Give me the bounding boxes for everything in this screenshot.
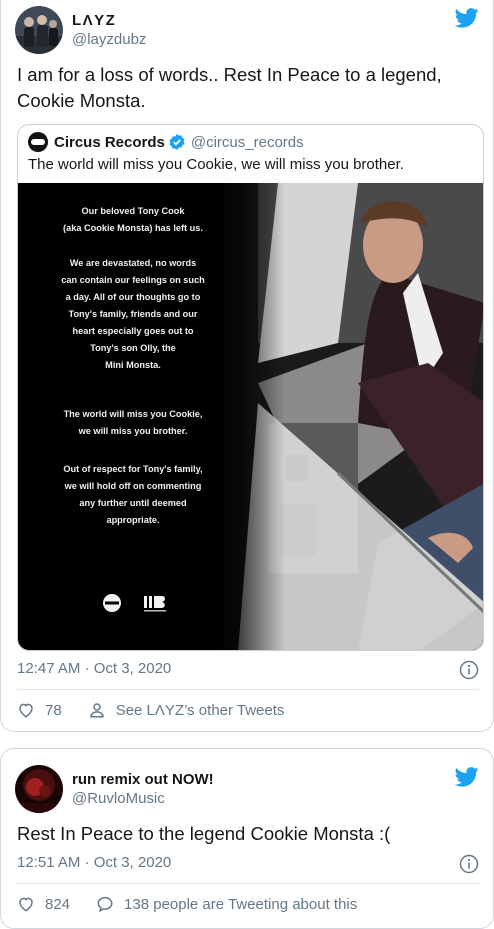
statement-text: Our beloved Tony Cook (aka Cookie Monsta…: [18, 183, 248, 650]
quoted-text: The world will miss you Cookie, we will …: [28, 156, 404, 173]
circus-records-avatar[interactable]: [28, 132, 48, 152]
statement-line: a day. All of our thoughts go to: [65, 292, 201, 302]
tweet-text: Rest In Peace to the legend Cookie Monst…: [17, 823, 391, 844]
tweet-card-layz[interactable]: LΛYZ @layzdubz I am for a loss of words.…: [0, 0, 494, 732]
statement-line: (aka Cookie Monsta) has left us.: [63, 223, 203, 233]
avatar-ruvlo[interactable]: [15, 765, 63, 813]
statement-line: any further until deemed: [79, 498, 187, 508]
tweet-author[interactable]: run remix out NOW! @RuvloMusic: [15, 765, 214, 813]
display-name[interactable]: run remix out NOW!: [72, 770, 214, 789]
statement-line: Mini Monsta.: [105, 360, 161, 370]
statement-line: we will miss you brother.: [78, 426, 188, 436]
tribute-photo: [218, 183, 483, 650]
tweet-author[interactable]: LΛYZ @layzdubz: [15, 6, 146, 54]
quoted-tweet[interactable]: Circus Records @circus_records The world…: [17, 124, 484, 651]
circus-records-logo: [103, 594, 121, 612]
divider: [17, 689, 479, 690]
heart-icon: [19, 897, 33, 912]
divider: [17, 883, 479, 884]
like-count: 78: [45, 701, 62, 719]
see-other-tweets-link[interactable]: See LΛYZ’s other Tweets: [88, 701, 285, 719]
tweet-timestamp[interactable]: 12:47 AM · Oct 3, 2020: [17, 660, 171, 677]
avatar-layz[interactable]: [15, 6, 63, 54]
statement-line: Tony's son Olly, the: [90, 343, 176, 353]
tweet-timestamp[interactable]: 12:51 AM · Oct 3, 2020: [17, 854, 171, 871]
display-name[interactable]: LΛYZ: [72, 11, 146, 30]
statement-line: Tony's family, friends and our: [68, 309, 198, 319]
quoted-handle[interactable]: @circus_records: [191, 134, 304, 151]
management-logo: [144, 596, 166, 612]
info-icon[interactable]: [459, 854, 479, 874]
tweeting-count-label: 138 people are Tweeting about this: [124, 895, 358, 913]
statement-line: heart especially goes out to: [72, 326, 194, 336]
like-count: 824: [45, 895, 71, 913]
person-icon: [89, 703, 104, 718]
statement-line: The world will miss you Cookie,: [63, 409, 203, 419]
twitter-bird-icon[interactable]: [455, 767, 479, 787]
quoted-media-image[interactable]: Our beloved Tony Cook (aka Cookie Monsta…: [18, 183, 483, 650]
tweet-card-ruvlo[interactable]: run remix out NOW! @RuvloMusic Rest In P…: [0, 748, 494, 929]
like-button[interactable]: 78: [17, 701, 62, 719]
user-handle[interactable]: @RuvloMusic: [72, 789, 214, 808]
twitter-bird-icon[interactable]: [455, 8, 479, 28]
statement-line: We are devastated, no words: [69, 258, 197, 268]
statement-line: appropriate.: [106, 515, 160, 525]
statement-line: can contain our feelings on such: [61, 275, 205, 285]
tweeting-about-link[interactable]: 138 people are Tweeting about this: [96, 895, 357, 913]
tweet-text: I am for a loss of words.. Rest In Peace…: [17, 64, 442, 111]
other-tweets-label: See LΛYZ’s other Tweets: [115, 701, 285, 719]
speech-bubble-icon: [97, 896, 113, 913]
user-handle[interactable]: @layzdubz: [72, 30, 146, 49]
verified-badge-icon: [169, 134, 185, 150]
info-icon[interactable]: [459, 660, 479, 680]
statement-line: we will hold off on commenting: [64, 481, 202, 491]
statement-line: Our beloved Tony Cook: [81, 206, 185, 216]
heart-icon: [19, 703, 33, 718]
like-button[interactable]: 824: [17, 895, 70, 913]
statement-line: Out of respect for Tony's family,: [63, 464, 203, 474]
quoted-display-name[interactable]: Circus Records: [54, 134, 165, 151]
